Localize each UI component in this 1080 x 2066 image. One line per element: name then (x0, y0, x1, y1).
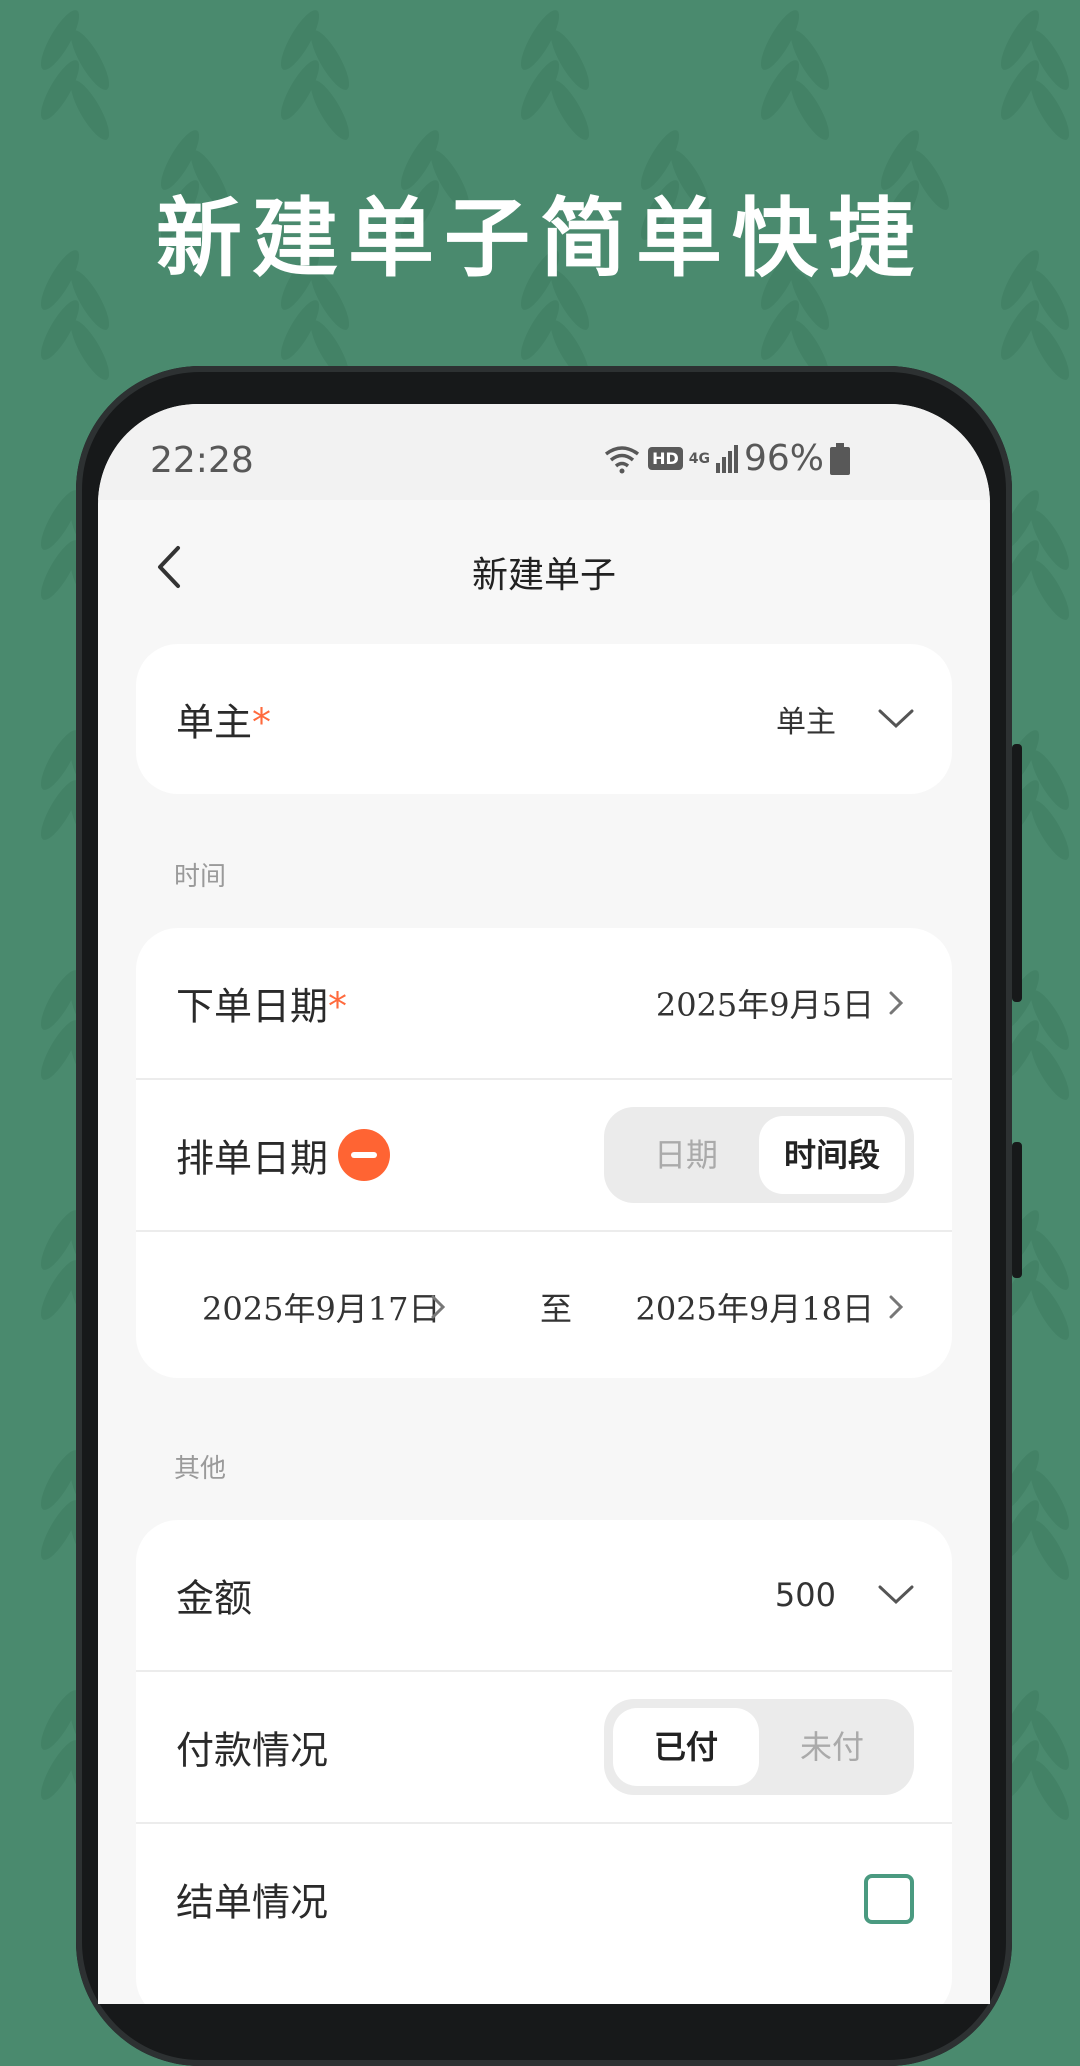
other-card: 金额 500 付款情况 已付 未付 结单情况 (136, 1520, 952, 2004)
owner-card: 单主* 单主 (136, 644, 952, 794)
section-title-time: 时间 (174, 862, 227, 892)
promo-headline: 新建单子简单快捷 (156, 189, 924, 289)
chevron-right-icon (431, 1295, 446, 1319)
schedule-date-label: 排单日期 (176, 1136, 329, 1181)
battery-icon (830, 442, 850, 475)
volume-button (1012, 744, 1022, 1002)
phone-screen: 22:28 HD 4G 96% 新建单子 单主* 单主 时间 下单日期* 202… (98, 404, 990, 2004)
amount-label: 金额 (176, 1576, 253, 1621)
schedule-date-row: 排单日期 日期 时间段 (136, 1080, 952, 1230)
order-date-value: 2025年9月5日 (655, 986, 874, 1024)
schedule-mode-toggle: 日期 时间段 (604, 1107, 914, 1203)
order-date-row[interactable]: 下单日期* 2025年9月5日 (136, 928, 952, 1078)
settlement-row: 结单情况 (136, 1824, 952, 1974)
signal-type-label: 4G (688, 450, 710, 467)
status-time: 22:28 (150, 440, 254, 481)
owner-label-text: 单主 (176, 700, 253, 745)
remove-schedule-button[interactable] (338, 1129, 390, 1181)
schedule-mode-date[interactable]: 日期 (613, 1116, 759, 1194)
settlement-checkbox[interactable] (864, 1874, 914, 1924)
chevron-down-icon[interactable] (878, 1585, 914, 1605)
time-card: 下单日期* 2025年9月5日 排单日期 日期 时间段 2025年9月17日 至… (136, 928, 952, 1378)
payment-row: 付款情况 已付 未付 (136, 1672, 952, 1822)
signal-strength-icon (715, 444, 738, 473)
status-icons: HD 4G 96% (602, 438, 850, 479)
nav-bar: 新建单子 (98, 500, 990, 630)
owner-value: 单主 (776, 705, 836, 740)
schedule-range-row: 2025年9月17日 至 2025年9月18日 (136, 1232, 952, 1382)
power-button (1012, 1142, 1022, 1278)
schedule-start-date[interactable]: 2025年9月17日 (202, 1284, 441, 1330)
schedule-mode-period[interactable]: 时间段 (759, 1116, 905, 1194)
range-separator: 至 (540, 1290, 573, 1328)
order-date-label: 下单日期* (176, 976, 347, 1031)
battery-percent: 96% (743, 438, 824, 479)
schedule-end-date[interactable]: 2025年9月18日 (635, 1284, 874, 1330)
chevron-right-icon (889, 1295, 904, 1319)
amount-value: 500 (774, 1576, 836, 1614)
payment-paid-option[interactable]: 已付 (613, 1708, 759, 1786)
payment-unpaid-option[interactable]: 未付 (759, 1708, 905, 1786)
settlement-label: 结单情况 (176, 1880, 329, 1925)
wifi-icon (605, 445, 640, 473)
chevron-down-icon[interactable] (878, 709, 914, 729)
page-title: 新建单子 (471, 555, 616, 596)
owner-row[interactable]: 单主* 单主 (136, 644, 952, 794)
owner-label: 单主* (176, 692, 271, 747)
required-mark: * (252, 700, 272, 745)
chevron-right-icon (889, 991, 904, 1015)
hd-badge: HD (648, 447, 683, 470)
payment-toggle: 已付 未付 (604, 1699, 914, 1795)
required-mark: * (328, 984, 348, 1029)
status-bar: 22:28 HD 4G 96% (98, 404, 990, 500)
section-title-other: 其他 (174, 1454, 227, 1484)
order-date-label-text: 下单日期 (176, 984, 329, 1029)
payment-label: 付款情况 (176, 1728, 329, 1773)
amount-row[interactable]: 金额 500 (136, 1520, 952, 1670)
